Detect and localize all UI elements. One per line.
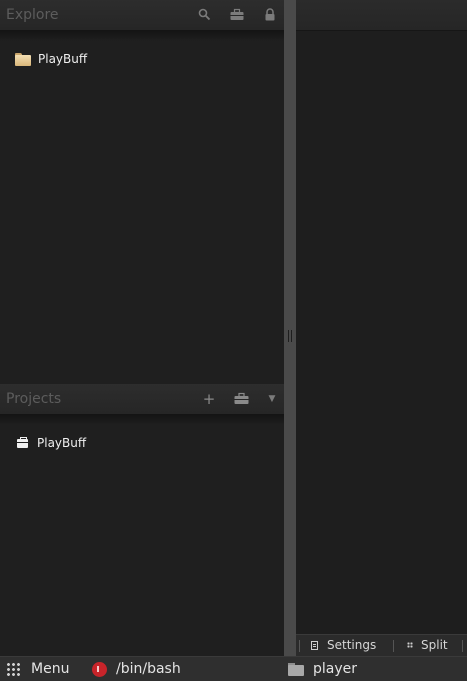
explore-item-label: PlayBuff [38,52,88,66]
settings-icon [311,640,318,650]
status-separator [462,640,463,652]
explore-title: Explore [6,7,59,23]
terminal-label: /bin/bash [116,661,181,677]
explore-header-shadow [0,31,284,41]
editor-area: Settings Split [296,0,467,656]
search-icon[interactable] [197,8,211,22]
project-item-label: PlayBuff [37,436,87,450]
splitter-grip-icon[interactable] [288,330,292,342]
briefcase-icon [17,436,28,448]
app-grid-icon [6,661,21,677]
sidebar: Explore PlayBuff Projects + ▼ PlayBuff [0,0,284,656]
taskbar-folder[interactable]: player [288,661,357,677]
menu-label: Menu [31,661,70,677]
settings-label: Settings [327,638,377,652]
menu-button[interactable]: Menu [6,661,69,677]
pane-splitter[interactable] [284,0,296,656]
briefcase-icon[interactable] [234,392,249,406]
explore-item-playbuff[interactable]: PlayBuff [15,52,87,66]
taskbar-terminal[interactable]: /bin/bash [92,661,181,677]
taskbar: Menu /bin/bash player [0,656,467,681]
projects-header-shadow [0,415,284,425]
briefcase-icon[interactable] [230,8,244,22]
explore-header: Explore [0,0,284,31]
split-label: Split [421,638,448,652]
projects-header: Projects + ▼ [0,384,284,415]
folder-label: player [313,661,358,677]
projects-title: Projects [6,391,62,407]
terminal-icon [92,661,107,677]
editor-status-bar: Settings Split [296,634,467,656]
status-separator [299,640,300,652]
folder-icon [288,662,304,676]
lock-icon[interactable] [263,8,277,22]
split-button[interactable]: Split [407,638,448,652]
dropdown-arrow-icon[interactable]: ▼ [265,392,279,406]
app-window: Explore PlayBuff Projects + ▼ PlayBuff S… [0,0,467,681]
split-icon [407,642,413,648]
folder-icon [15,52,31,66]
settings-button[interactable]: Settings [311,638,376,652]
editor-tab-bar [296,0,467,31]
plus-icon[interactable]: + [202,392,216,407]
project-item-playbuff[interactable]: PlayBuff [17,436,86,450]
status-separator [393,640,394,652]
